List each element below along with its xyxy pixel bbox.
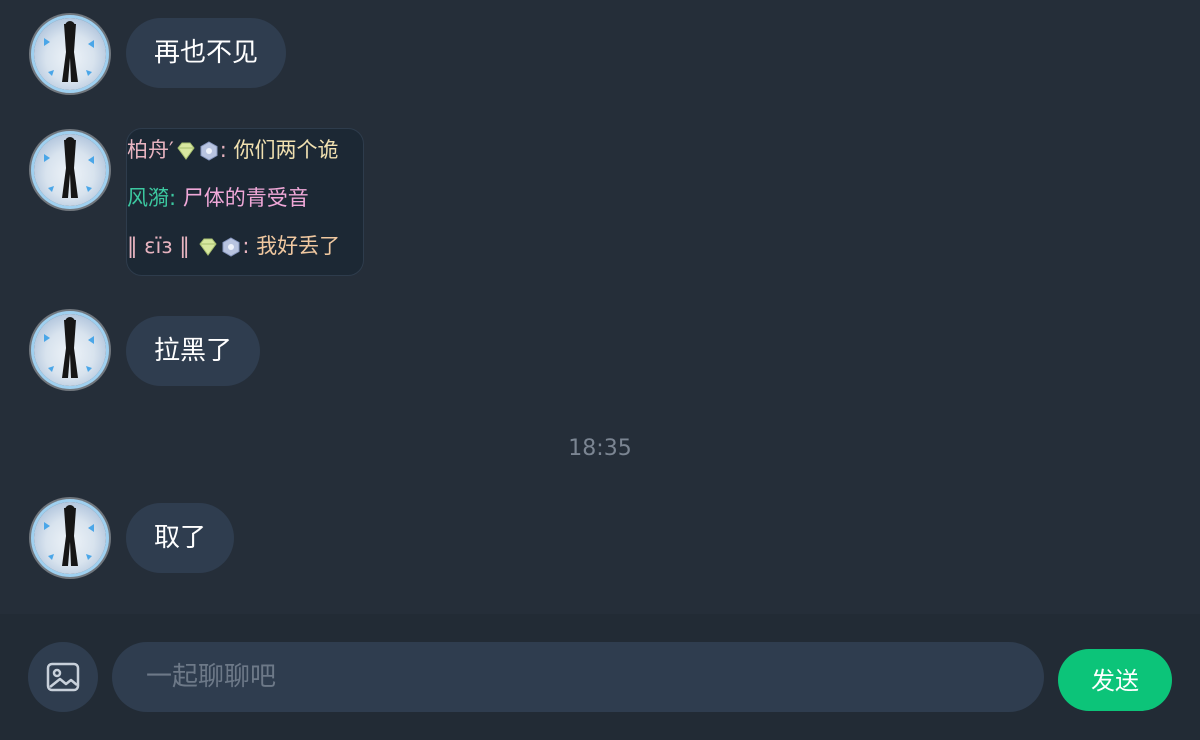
avatar-image [44,317,94,378]
card-sender: ‖ εïз ‖ [127,234,190,258]
card-separator: : [169,186,183,210]
message-bubble[interactable]: 再也不见 [126,18,287,88]
image-icon [46,662,80,692]
avatar[interactable] [34,18,106,90]
card-text: 尸体的青受音 [182,186,309,210]
message-bubble[interactable]: 取了 [126,503,235,573]
diamond-badge-icon [199,238,218,256]
card-line: 柏舟′: 你们两个诡 [127,133,339,167]
card-separator: : [242,234,257,258]
card-line: ‖ εïз ‖ : 我好丢了 [127,229,340,263]
avatar-image [44,137,94,198]
message-input[interactable] [112,642,1044,712]
timestamp: 18:35 [568,436,632,461]
message-bubble[interactable]: 拉黑了 [126,316,261,386]
hexagon-badge-icon [200,141,218,161]
hexagon-badge-icon [222,237,240,257]
card-text: 我好丢了 [256,234,341,258]
avatar[interactable] [34,134,106,206]
card-line: 风漪: 尸体的青受音 [127,181,309,215]
card-sender: 风漪 [127,186,169,210]
avatar[interactable] [34,314,106,386]
image-picker-button[interactable] [28,642,98,712]
card-sender: 柏舟′ [127,138,174,162]
diamond-badge-icon [177,142,195,160]
avatar-image [44,505,94,566]
avatar-image [44,21,94,82]
card-separator: : [219,138,234,162]
forwarded-chat-card[interactable]: 柏舟′: 你们两个诡 风漪: 尸体的青受音 ‖ εïз ‖ : 我好丢了 [126,128,364,276]
avatar[interactable] [34,502,106,574]
message-composer: 发送 [0,614,1200,740]
chat-area[interactable]: 再也不见 柏舟′: 你们两个诡 风漪: 尸体的青受音 ‖ εïз ‖ : 我好丢… [0,0,1200,614]
send-button[interactable]: 发送 [1058,649,1172,711]
card-text: 你们两个诡 [233,138,339,162]
